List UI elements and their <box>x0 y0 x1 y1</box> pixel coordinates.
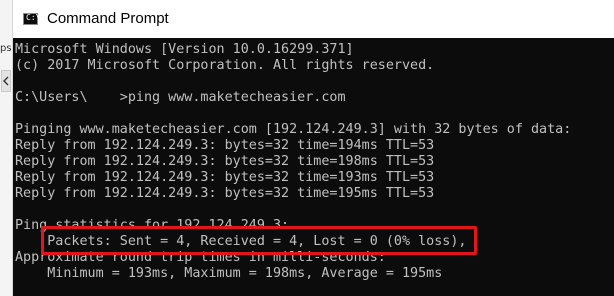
title-bar[interactable]: C:\ Command Prompt <box>13 0 614 39</box>
console-line: Reply from 192.124.249.3: bytes=32 time=… <box>15 186 435 201</box>
console-line: Microsoft Windows [Version 10.0.16299.37… <box>15 42 354 57</box>
command-prompt-icon: C:\ <box>23 13 40 25</box>
background-back-button[interactable] <box>1 70 11 92</box>
console-output[interactable]: Microsoft Windows [Version 10.0.16299.37… <box>13 38 614 296</box>
console-line: Reply from 192.124.249.3: bytes=32 time=… <box>15 154 435 169</box>
console-line: Minimum = 193ms, Maximum = 198ms, Averag… <box>15 266 443 281</box>
background-text-fragment: ps <box>0 43 12 54</box>
console-line: Reply from 192.124.249.3: bytes=32 time=… <box>15 170 435 185</box>
packets-highlight-box <box>41 226 477 255</box>
console-line: (c) 2017 Microsoft Corporation. All righ… <box>15 58 435 73</box>
window-title: Command Prompt <box>47 10 169 27</box>
command-prompt-window: C:\ Command Prompt Microsoft Windows [Ve… <box>12 0 614 296</box>
back-arrow-icon <box>3 76 9 86</box>
console-line: Pinging www.maketecheasier.com [192.124.… <box>15 122 572 137</box>
console-line: C:\Users\ >ping www.maketecheasier.com <box>15 90 346 105</box>
background-window-edge: ps <box>0 0 12 296</box>
console-line: Reply from 192.124.249.3: bytes=32 time=… <box>15 138 435 153</box>
